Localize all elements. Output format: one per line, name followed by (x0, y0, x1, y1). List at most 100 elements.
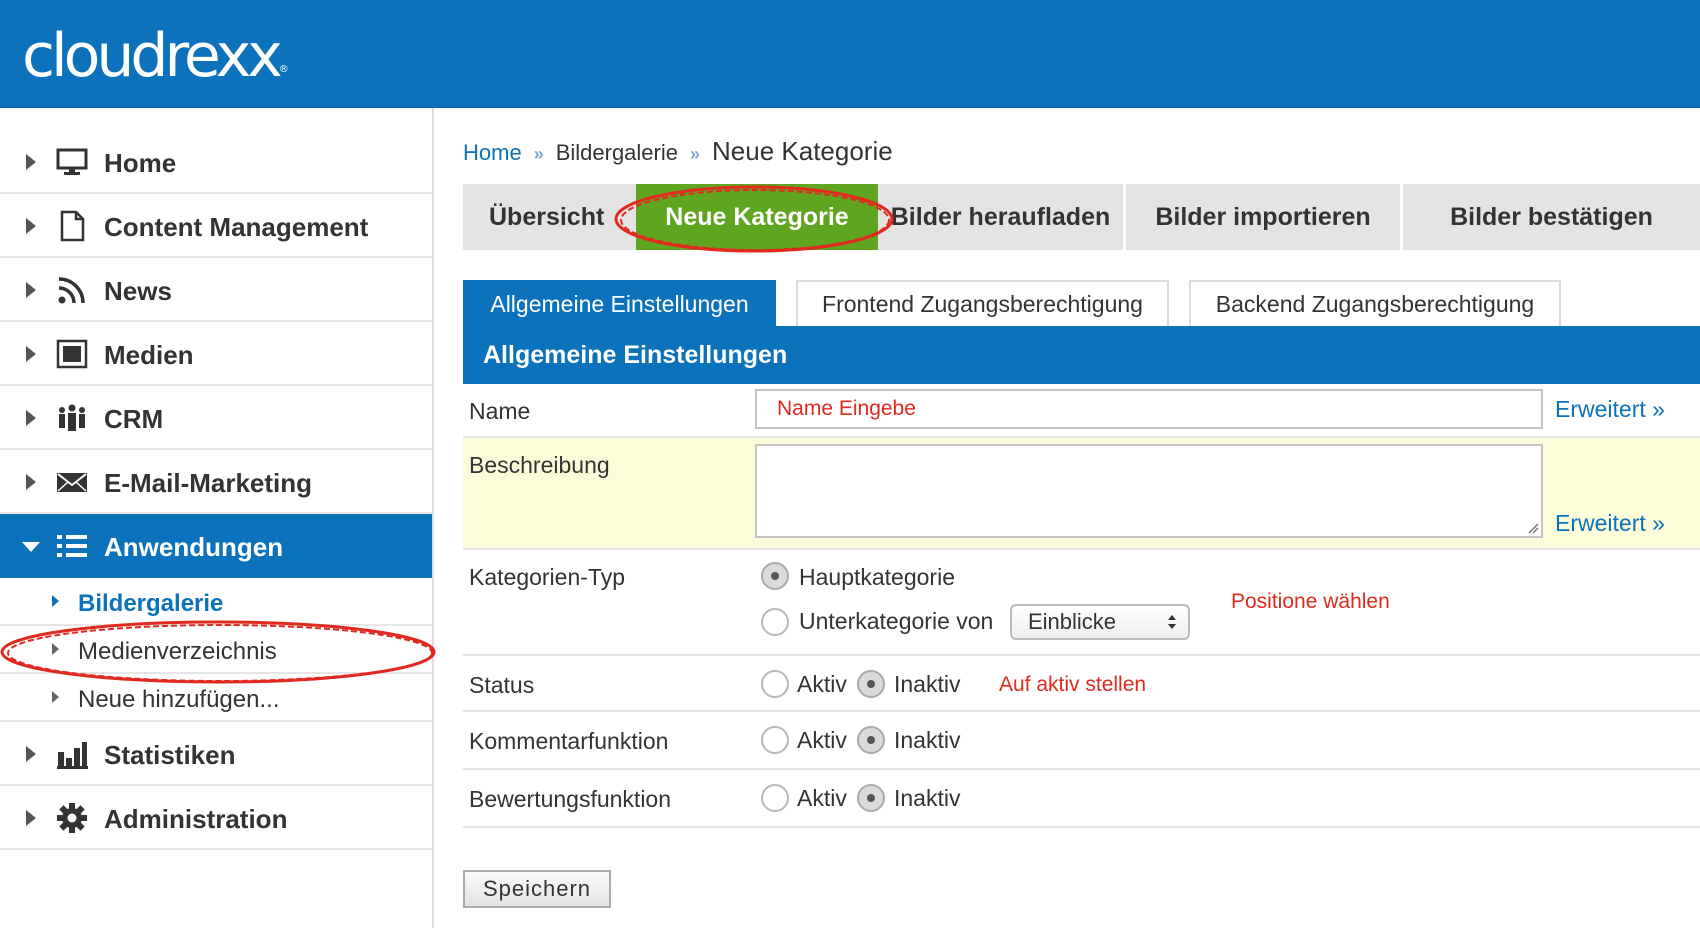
resize-grip-icon[interactable] (1525, 520, 1539, 534)
cloudrexx-logo[interactable]: cloudrexx® (22, 18, 289, 94)
sidebar-item-crm[interactable]: CRM (0, 386, 432, 450)
envelope-icon (57, 473, 87, 492)
sidebar-item-content-management[interactable]: Content Management (0, 194, 432, 258)
parent-category-select[interactable]: Einblicke (1010, 604, 1190, 640)
chevron-right-icon (26, 474, 36, 490)
tab-label: Bilder bestätigen (1450, 202, 1653, 231)
media-icon (56, 339, 88, 369)
radio-rating-inactive[interactable] (857, 784, 885, 812)
form-row-category-type: Kategorien-Typ Hauptkategorie Unterkateg… (463, 550, 1700, 656)
radio-comments-inactive[interactable] (857, 726, 885, 754)
radio-sub-category[interactable] (761, 608, 789, 636)
position-note: Positione wählen (1231, 590, 1390, 613)
section-title: Allgemeine Einstellungen (463, 326, 1700, 384)
sidebar-item-statistiken[interactable]: Statistiken (0, 722, 432, 786)
top-header: cloudrexx® (0, 0, 1700, 108)
sidebar-item-label: Home (104, 148, 177, 178)
radio-status-active[interactable] (761, 670, 789, 698)
sidebar-item-label: Medien (104, 340, 194, 370)
list-icon (57, 535, 87, 557)
chevron-right-icon (52, 691, 59, 703)
tab-bilder-heraufladen[interactable]: Bilder heraufladen (878, 184, 1123, 250)
sidebar-subitem-medienverzeichnis[interactable]: Medienverzeichnis (0, 626, 432, 674)
form-row-status: Status Aktiv Inaktiv Auf aktiv stellen (463, 656, 1700, 712)
sidebar-item-medien[interactable]: Medien (0, 322, 432, 386)
rating-active-label: Aktiv (797, 785, 847, 811)
breadcrumb-home-link[interactable]: Home (463, 140, 522, 166)
sidebar-subitem-label: Medienverzeichnis (78, 638, 277, 665)
comments-label: Kommentarfunktion (469, 728, 669, 754)
breadcrumb-separator: » (690, 144, 701, 164)
radio-rating-active[interactable] (761, 784, 789, 812)
sub-category-label: Unterkategorie von (799, 608, 994, 634)
sidebar-item-label: E-Mail-Marketing (104, 468, 313, 498)
sidebar-item-administration[interactable]: Administration (0, 786, 432, 850)
extended-link[interactable]: Erweitert » (1555, 510, 1665, 537)
sidebar-subitem-bildergalerie[interactable]: Bildergalerie (0, 578, 432, 626)
tab-label: Neue Kategorie (665, 202, 849, 231)
subtab-allgemeine-einstellungen[interactable]: Allgemeine Einstellungen (463, 280, 776, 326)
chevron-right-icon (52, 643, 59, 655)
tab-bilder-importieren[interactable]: Bilder importieren (1126, 184, 1400, 250)
tab-uebersicht[interactable]: Übersicht (463, 184, 636, 250)
sidebar-subitem-label: Neue hinzufügen... (78, 686, 280, 713)
gear-icon (57, 803, 87, 833)
subtab-backend-zugangsberechtigung[interactable]: Backend Zugangsberechtigung (1189, 280, 1561, 326)
rating-label: Bewertungsfunktion (469, 786, 672, 812)
radio-comments-active[interactable] (761, 726, 789, 754)
status-note: Auf aktiv stellen (999, 673, 1147, 696)
breadcrumb-section[interactable]: Bildergalerie (556, 140, 678, 166)
sidebar-item-home[interactable]: Home (0, 130, 432, 194)
name-label: Name (469, 398, 531, 424)
chevron-right-icon (26, 346, 36, 362)
sub-tab-bar: Allgemeine Einstellungen Frontend Zugang… (463, 280, 1700, 326)
status-active-label: Aktiv (797, 671, 847, 697)
save-button[interactable]: Speichern (463, 870, 611, 908)
sidebar-subitem-neue-hinzufuegen[interactable]: Neue hinzufügen... (0, 674, 432, 722)
sidebar-item-email-marketing[interactable]: E-Mail-Marketing (0, 450, 432, 514)
comments-inactive-label: Inaktiv (894, 727, 961, 753)
form-row-description: Beschreibung Erweitert » (463, 438, 1700, 550)
tab-bilder-bestaetigen[interactable]: Bilder bestätigen (1403, 184, 1700, 250)
sidebar-item-anwendungen[interactable]: Anwendungen (0, 514, 432, 578)
main-content: Home » Bildergalerie » Neue Kategorie Üb… (463, 108, 1700, 928)
sidebar-item-label: Statistiken (104, 740, 236, 770)
main-tab-bar: Übersicht Neue Kategorie Bilder heraufla… (463, 184, 1700, 250)
sidebar-item-news[interactable]: News (0, 258, 432, 322)
chevron-right-icon (26, 746, 36, 762)
chevron-right-icon (26, 218, 36, 234)
sidebar-subitem-label: Bildergalerie (78, 590, 224, 617)
sidebar-item-label: Content Management (104, 212, 369, 242)
rating-inactive-label: Inaktiv (894, 785, 961, 811)
form-row-name: Name Name Eingebe Erweitert » (463, 384, 1700, 438)
people-icon (59, 404, 85, 431)
bar-chart-icon (57, 742, 88, 769)
radio-main-category[interactable] (761, 562, 789, 590)
rss-icon (58, 277, 85, 304)
sidebar-menu: Home Content Management News Medien CRM … (0, 130, 432, 850)
sidebar: Home Content Management News Medien CRM … (0, 108, 436, 928)
radio-status-inactive[interactable] (857, 670, 885, 698)
breadcrumb-separator: » (533, 144, 544, 164)
breadcrumb: Home » Bildergalerie » Neue Kategorie (463, 136, 893, 167)
monitor-icon (56, 148, 88, 175)
chevron-down-icon (22, 542, 40, 552)
description-textarea[interactable] (755, 444, 1543, 538)
chevron-right-icon (26, 282, 36, 298)
document-icon (60, 210, 85, 242)
description-label: Beschreibung (469, 452, 610, 478)
tab-neue-kategorie[interactable]: Neue Kategorie (636, 184, 878, 250)
tab-label: Übersicht (489, 202, 605, 231)
form-row-comments: Kommentarfunktion Aktiv Inaktiv (463, 712, 1700, 770)
category-type-label: Kategorien-Typ (469, 564, 625, 590)
extended-link[interactable]: Erweitert » (1555, 396, 1665, 423)
tab-label: Bilder importieren (1155, 202, 1371, 231)
name-input[interactable]: Name Eingebe (755, 389, 1543, 429)
chevron-right-icon (26, 410, 36, 426)
main-category-label: Hauptkategorie (799, 564, 955, 590)
select-updown-icon (1168, 615, 1176, 629)
status-label: Status (469, 672, 535, 698)
sidebar-item-label: Anwendungen (104, 532, 284, 562)
chevron-right-icon (52, 595, 59, 607)
subtab-frontend-zugangsberechtigung[interactable]: Frontend Zugangsberechtigung (796, 280, 1169, 326)
